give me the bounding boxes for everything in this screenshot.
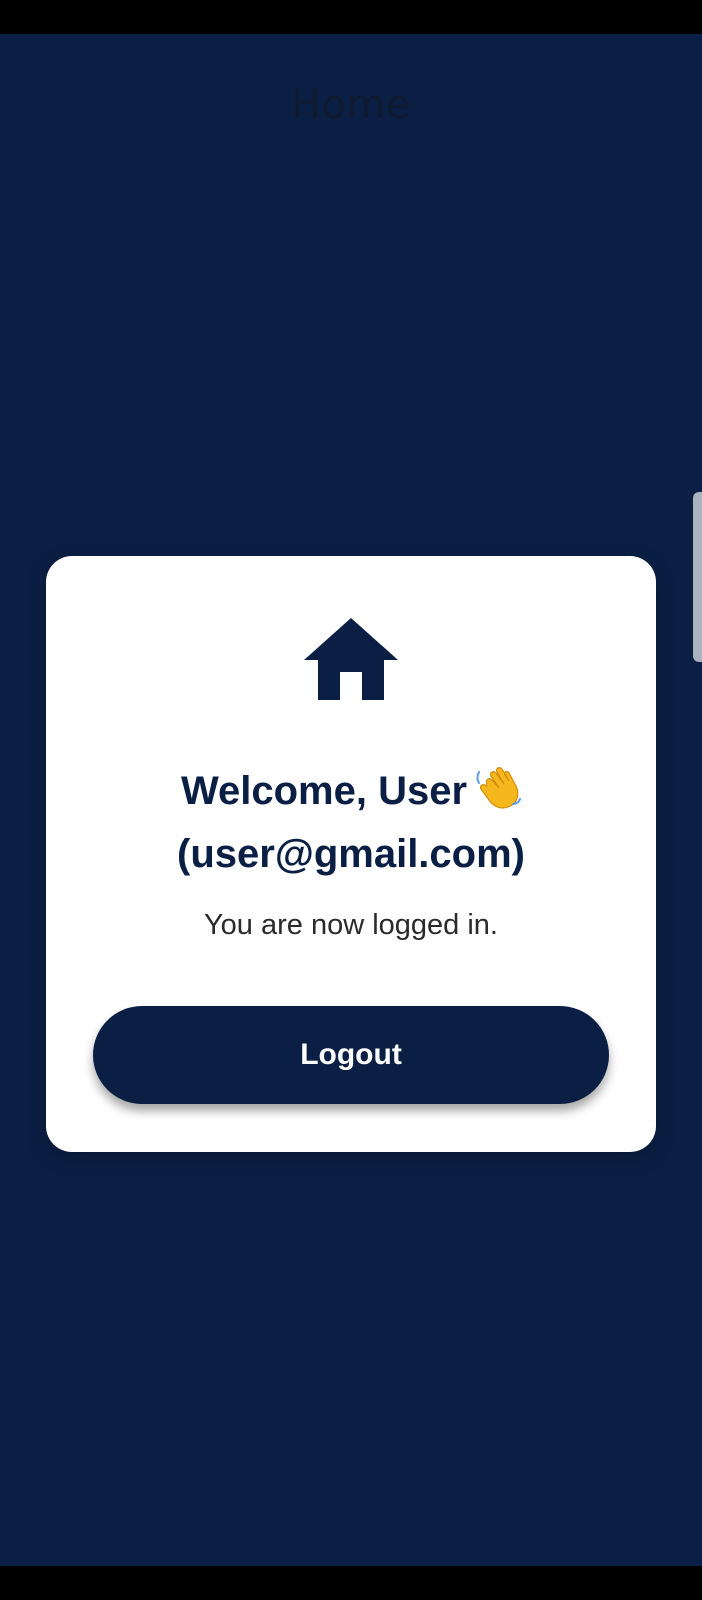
login-status-text: You are now logged in. — [204, 909, 498, 941]
status-bar — [0, 0, 702, 34]
home-icon — [304, 618, 398, 700]
welcome-card: Welcome, User (user@gmail.com) You are n… — [46, 556, 656, 1152]
user-email: (user@gmail.com) — [177, 832, 525, 876]
navigation-bar — [0, 1566, 702, 1600]
edge-panel-handle[interactable] — [693, 492, 702, 662]
waving-hand-icon — [476, 767, 522, 809]
logout-button[interactable]: Logout — [93, 1006, 609, 1104]
welcome-heading: Welcome, User — [46, 764, 656, 817]
page-title: Home — [290, 82, 412, 128]
welcome-text: Welcome, User — [180, 769, 468, 813]
